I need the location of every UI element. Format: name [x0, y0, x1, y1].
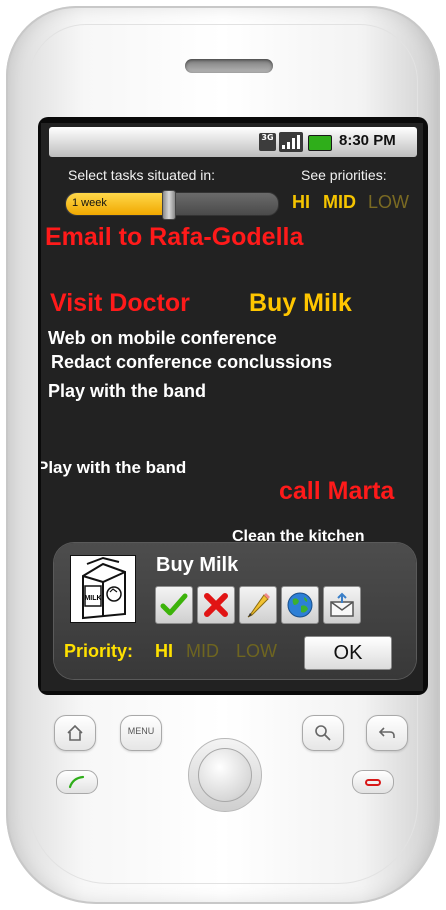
pencil-icon: [247, 593, 270, 618]
edit-button[interactable]: [239, 586, 277, 624]
slider-thumb[interactable]: [162, 190, 176, 220]
priority-option-mid[interactable]: MID: [186, 641, 219, 662]
time-range-slider[interactable]: 1 week: [65, 190, 279, 220]
home-icon: [67, 724, 83, 741]
earpiece-speaker: [185, 59, 273, 73]
complete-button[interactable]: [155, 586, 193, 624]
priority-option-hi[interactable]: HI: [155, 641, 173, 662]
search-icon: [315, 725, 331, 741]
end-call-button[interactable]: [352, 770, 394, 794]
check-icon: [160, 593, 188, 616]
select-tasks-label: Select tasks situated in:: [68, 167, 216, 183]
home-button[interactable]: [54, 715, 96, 751]
task-item[interactable]: Email to Rafa-Godella: [45, 223, 303, 252]
filter-priority-low[interactable]: LOW: [368, 192, 409, 213]
filter-priority-mid[interactable]: MID: [323, 192, 356, 213]
task-detail-popup: MILK Buy Milk Priority: HI MID LOW OK: [54, 543, 416, 679]
milk-carton-icon: MILK: [82, 556, 126, 620]
share-mail-button[interactable]: [323, 586, 361, 624]
task-item[interactable]: Visit Doctor: [50, 289, 190, 318]
signal-strength-icon: [279, 132, 303, 152]
task-item[interactable]: Play with the band: [41, 458, 186, 478]
popup-task-title: Buy Milk: [156, 554, 239, 576]
globe-icon: [287, 592, 313, 618]
delete-button[interactable]: [197, 586, 235, 624]
app-screen: 3G 8:30 PM Select tasks situated in: See…: [41, 123, 423, 691]
end-call-icon: [365, 779, 381, 786]
task-item[interactable]: Buy Milk: [249, 289, 352, 318]
filter-priority-hi[interactable]: HI: [292, 192, 310, 213]
milk-carton-image: MILK: [70, 555, 136, 623]
priority-label: Priority:: [64, 641, 134, 661]
status-time: 8:30 PM: [339, 132, 396, 149]
battery-icon: [308, 135, 332, 151]
milk-carton-text: MILK: [84, 595, 101, 602]
call-button[interactable]: [56, 770, 98, 794]
web-search-button[interactable]: [281, 586, 319, 624]
ok-button[interactable]: OK: [304, 636, 392, 670]
back-arrow-icon: [378, 727, 395, 738]
task-item[interactable]: Redact conference conclussions: [51, 352, 332, 373]
see-priorities-label: See priorities:: [301, 167, 387, 183]
mail-icon: [330, 592, 354, 617]
delete-icon: [204, 593, 228, 617]
network-3g-icon: 3G: [259, 133, 276, 151]
trackball[interactable]: [198, 748, 252, 802]
back-button[interactable]: [366, 715, 408, 751]
menu-button[interactable]: MENU: [120, 715, 162, 751]
task-item[interactable]: Play with the band: [48, 381, 206, 402]
slider-value-label: 1 week: [72, 197, 107, 209]
priority-option-low[interactable]: LOW: [236, 641, 277, 662]
call-icon: [68, 775, 85, 789]
search-button[interactable]: [302, 715, 344, 751]
status-bar: 3G 8:30 PM: [49, 127, 417, 157]
menu-button-label: MENU: [127, 726, 155, 736]
task-item[interactable]: call Marta: [279, 477, 394, 506]
task-item[interactable]: Web on mobile conference: [48, 328, 277, 349]
